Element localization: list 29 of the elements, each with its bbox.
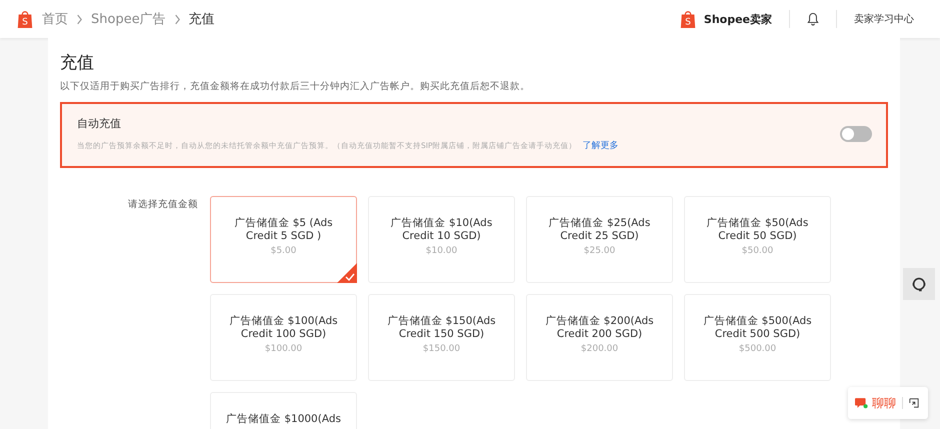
amount-option[interactable]: 广告储值金 $1000(Ads bbox=[210, 392, 357, 429]
brand-name: Shopee卖家 bbox=[704, 12, 772, 26]
learn-more-link[interactable]: 了解更多 bbox=[582, 139, 618, 152]
auto-recharge-title: 自动充值 bbox=[77, 116, 122, 131]
expand-icon[interactable] bbox=[909, 398, 919, 408]
breadcrumb-link[interactable]: 首页 bbox=[42, 10, 68, 28]
chevron-right-icon bbox=[76, 14, 83, 24]
notice-text: 以下仅适用于购买广告排行，充值金额将在成功付款后三十分钟内汇入广告帐户。购买此充值后恕不退款。 bbox=[60, 80, 531, 93]
amount-option[interactable]: 广告储值金 $5 (Ads Credit 5 SGD ) $5.00 bbox=[210, 196, 357, 283]
chat-label[interactable]: 聊聊 bbox=[872, 394, 896, 412]
amount-option[interactable]: 广告储值金 $200(Ads Credit 200 SGD) $200.00 bbox=[526, 294, 673, 381]
chat-bubble-icon[interactable] bbox=[855, 397, 868, 409]
page-title: 充值 bbox=[60, 52, 95, 74]
amount-option[interactable]: 广告储值金 $25(Ads Credit 25 SGD) $25.00 bbox=[526, 196, 673, 283]
amount-label: 请选择充值金额 bbox=[128, 198, 199, 212]
amount-option[interactable]: 广告储值金 $100(Ads Credit 100 SGD) $100.00 bbox=[210, 294, 357, 381]
support-button[interactable] bbox=[903, 268, 935, 300]
breadcrumb-link[interactable]: 充值 bbox=[188, 10, 215, 28]
toggle-switch[interactable] bbox=[840, 126, 872, 142]
amount-option[interactable]: 广告储值金 $500(Ads Credit 500 SGD) $500.00 bbox=[684, 294, 831, 381]
headset-icon bbox=[910, 275, 928, 293]
learning-center-link[interactable]: 卖家学习中心 bbox=[854, 12, 914, 26]
chevron-right-icon bbox=[174, 14, 181, 24]
amount-option[interactable]: 广告储值金 $50(Ads Credit 50 SGD) $50.00 bbox=[684, 196, 831, 283]
amount-option[interactable]: 广告储值金 $10(Ads Credit 10 SGD) $10.00 bbox=[368, 196, 515, 283]
check-corner-icon bbox=[337, 263, 357, 283]
breadcrumb-link[interactable]: Shopee广告 bbox=[91, 10, 166, 28]
amount-option[interactable]: 广告储值金 $150(Ads Credit 150 SGD) $150.00 bbox=[368, 294, 515, 381]
bell-icon[interactable] bbox=[807, 12, 819, 26]
